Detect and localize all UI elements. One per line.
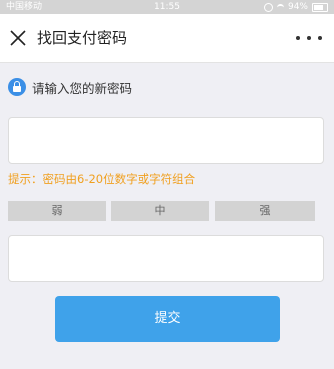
new-password-input[interactable] [9,118,323,163]
lock-icon [8,78,26,96]
password-strength-meter: 弱 中 强 [8,201,315,221]
strength-strong: 强 [215,201,315,221]
more-dot-icon [318,36,322,40]
strength-weak: 弱 [8,201,106,221]
more-options-button[interactable] [296,26,322,50]
strength-medium: 中 [111,201,209,221]
submit-button[interactable]: 提交 [55,296,280,342]
more-dot-icon [307,36,311,40]
battery-percent: 94% [287,2,308,12]
close-button[interactable] [6,26,30,50]
status-icons: 94% [263,0,328,14]
confirm-password-field-container [8,235,324,282]
password-hint: 提示：密码由6-20位数字或字符组合 [8,172,196,186]
new-password-field-container [8,117,324,164]
nav-bar: 找回支付密码 [0,14,334,63]
prompt-label: 请输入您的新密码 [32,80,133,96]
alarm-icon [263,2,273,12]
page-title: 找回支付密码 [37,29,128,47]
close-icon [10,30,26,46]
more-dot-icon [296,36,300,40]
battery-icon [312,2,328,12]
wifi-icon [276,3,284,11]
password-prompt: 请输入您的新密码 [8,76,132,98]
status-bar: 中国移动 11:55 94% [0,0,334,14]
confirm-password-input[interactable] [9,236,323,281]
